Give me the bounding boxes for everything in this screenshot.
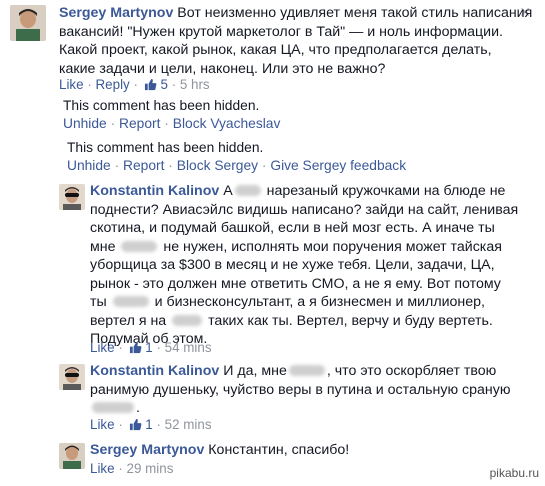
comment-actions: Like · Reply · 5 · 5 hrs (59, 76, 210, 94)
comment-text-fragment: И да, мне (223, 363, 287, 379)
separator: · (118, 340, 123, 355)
timestamp[interactable]: 29 mins (127, 461, 174, 476)
comment-text-fragment: . (136, 400, 140, 416)
comment-text-fragment: ты (90, 294, 107, 310)
thumbs-up-icon (129, 418, 141, 431)
watermark: pikabu.ru (489, 466, 539, 480)
comment-text-line: поднести? Авиасэйлс видишь написано? зай… (90, 201, 519, 218)
comment-author[interactable]: Sergey Martynov (90, 442, 204, 458)
comment-text-line: ранимую душеньку, чуйство веры в путина … (90, 381, 511, 398)
separator: · (114, 158, 120, 173)
comment-text-line: . (90, 399, 140, 418)
separator: · (156, 417, 161, 432)
timestamp[interactable]: 54 mins (165, 340, 212, 355)
avatar[interactable] (59, 443, 85, 469)
like-button[interactable]: Like (59, 77, 84, 92)
unhide-link[interactable]: Unhide (67, 158, 111, 173)
report-link[interactable]: Report (119, 116, 160, 131)
separator: · (118, 417, 123, 432)
comment-body: Konstantin Kalinov И да, мне , что это ос… (90, 362, 496, 381)
comment-body: Konstantin Kalinov А нарезаный кружочкам… (90, 182, 505, 201)
give-feedback-link[interactable]: Give Sergey feedback (270, 158, 406, 173)
comment-body: Sergey Martynov Константин, спасибо! (90, 441, 349, 460)
censored-word (112, 296, 149, 307)
thumbs-up-icon (144, 78, 157, 91)
separator: · (164, 116, 169, 131)
separator: · (110, 116, 116, 131)
avatar[interactable] (59, 364, 85, 390)
comment-text-fragment: вертел я на (90, 312, 167, 329)
comment-text-fragment: А (223, 183, 233, 199)
timestamp[interactable]: 5 hrs (180, 77, 210, 92)
block-link[interactable]: Block Sergey (177, 158, 258, 173)
avatar[interactable] (59, 184, 85, 210)
comment-text-line: Вот неизменно удивляет меня такой стиль … (177, 5, 533, 21)
like-button[interactable]: Like (90, 461, 115, 476)
separator: · (156, 340, 161, 355)
separator: · (261, 158, 267, 173)
censored-word (234, 185, 261, 196)
comment-text-fragment: таких как ты. Вертел, верчу и буду верте… (208, 312, 493, 329)
separator: · (118, 461, 123, 476)
avatar[interactable] (10, 5, 46, 41)
comment-author[interactable]: Sergey Martynov (59, 5, 173, 21)
comment-text-line: уборщица за $300 в месяц и не хуже тебя.… (90, 257, 495, 273)
thumbs-up-icon (129, 341, 141, 354)
unhide-link[interactable]: Unhide (63, 116, 107, 131)
timestamp[interactable]: 52 mins (165, 417, 212, 432)
like-button[interactable]: Like (90, 417, 115, 432)
comment-text-line: Какой проект, какой рынок, какая ЦА, что… (59, 42, 492, 58)
avatar-photo (59, 364, 85, 390)
censored-word (92, 402, 134, 413)
comment-text-line: скотина, и подумай башкой, если в ней мо… (90, 220, 495, 236)
separator: · (171, 77, 177, 92)
comment-text-line: мне не нужен, исполнять мои поручения мо… (90, 238, 502, 257)
comment-actions: Like · 1 · 52 mins (90, 416, 212, 434)
like-count[interactable]: 5 (160, 77, 167, 92)
comment-author[interactable]: Konstantin Kalinov (90, 183, 219, 199)
comment-text: Константин, спасибо! (208, 442, 350, 458)
comment-actions: Like · 1 · 54 mins (90, 339, 212, 357)
censored-word (172, 314, 203, 326)
censored-word (121, 240, 158, 252)
comment-text-fragment: не нужен, исполнять мои поручения может … (163, 238, 502, 255)
separator: · (168, 158, 173, 173)
like-count[interactable]: 1 (145, 417, 152, 432)
comment-actions: Like · 29 mins (90, 460, 173, 478)
comment-text-line: ты и бизнесконсультант, а я бизнесмен и … (90, 293, 485, 312)
avatar-photo (59, 184, 85, 210)
hidden-comment-actions: Unhide · Report · Block Sergey · Give Se… (67, 158, 406, 173)
avatar-photo (10, 5, 46, 41)
comment-text-line: рынок - это должен мне ответить СМО, а н… (90, 275, 501, 292)
avatar-photo (59, 443, 85, 469)
comment-text-fragment: и бизнесконсультант, а я бизнесмен и мил… (154, 294, 485, 310)
comment-text-fragment: , что это оскорбляет твою (326, 363, 497, 379)
comment-text-line: вертел я на таких как ты. Вертел, верчу … (90, 312, 493, 331)
comment-author[interactable]: Konstantin Kalinov (90, 363, 219, 379)
censored-word (288, 365, 325, 376)
separator: · (133, 77, 138, 92)
like-count[interactable]: 1 (145, 340, 152, 355)
like-button[interactable]: Like (90, 340, 115, 355)
comment-body: Sergey Martynov Вот неизменно удивляет м… (59, 4, 532, 23)
separator: · (87, 77, 92, 92)
report-link[interactable]: Report (123, 158, 164, 173)
hidden-comment-note: This comment has been hidden. (63, 98, 260, 113)
comment-text-fragment: мне (90, 238, 116, 255)
hidden-comment-actions: Unhide · Report · Block Vyacheslav (63, 116, 280, 131)
reply-button[interactable]: Reply (96, 77, 130, 92)
hidden-comment-note: This comment has been hidden. (67, 140, 264, 155)
comment-text-line: вакансий! "Нужен крутой маркетолог в Тай… (59, 23, 503, 40)
block-link[interactable]: Block Vyacheslav (173, 116, 281, 131)
comment-text-line: нарезаный кружочками на блюде не (266, 183, 506, 199)
